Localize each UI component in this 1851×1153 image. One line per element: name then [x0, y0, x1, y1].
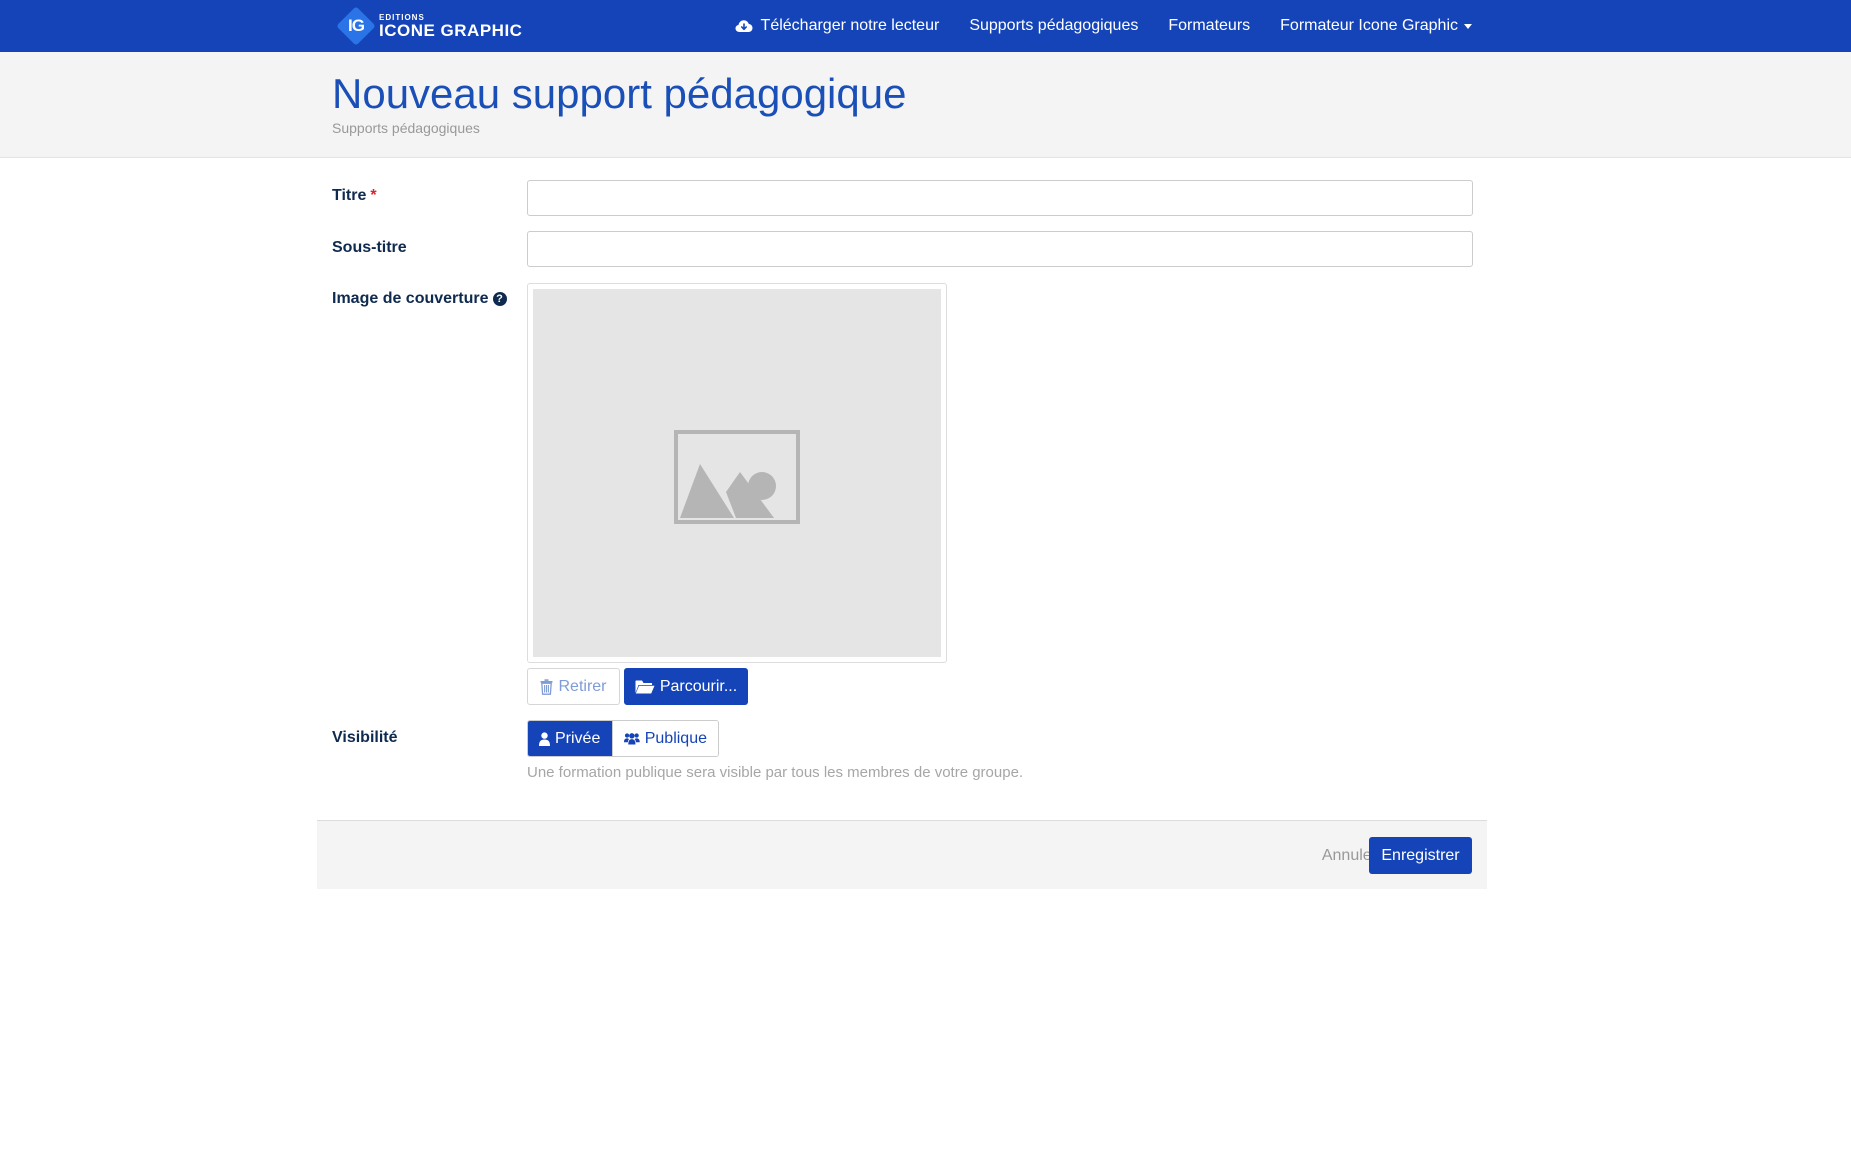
- brand-big-text: ICONE GRAPHIC: [379, 20, 523, 40]
- nav-user-menu[interactable]: Formateur Icone Graphic: [1280, 17, 1472, 35]
- cloud-download-icon: [735, 20, 753, 32]
- question-circle-icon[interactable]: ?: [492, 292, 507, 306]
- visibility-public-label: Publique: [644, 729, 707, 747]
- page-title: Nouveau support pédagogique: [332, 70, 907, 117]
- cover-image-preview: [527, 283, 947, 663]
- titre-label-text: Titre: [332, 187, 367, 204]
- browse-image-button[interactable]: Parcourir...: [624, 668, 748, 705]
- visibility-private-label: Privée: [555, 729, 601, 747]
- visibility-public-option[interactable]: Publique: [612, 721, 718, 756]
- page-header: Nouveau support pédagogique Supports péd…: [0, 52, 1851, 158]
- sous-titre-input[interactable]: [527, 231, 1473, 267]
- remove-image-label: Retirer: [558, 677, 607, 695]
- nav-user-label: Formateur Icone Graphic: [1280, 17, 1458, 34]
- image-placeholder-icon: [674, 430, 800, 524]
- breadcrumb: Supports pédagogiques: [332, 120, 480, 136]
- users-icon: [624, 733, 640, 745]
- nav-menu: Télécharger notre lecteur Supports pédag…: [735, 0, 1472, 52]
- nav-supports[interactable]: Supports pédagogiques: [969, 17, 1138, 35]
- top-navbar: IG EDITIONS ICONE GRAPHIC Télécharger no…: [0, 0, 1851, 52]
- trash-icon: [540, 678, 553, 695]
- folder-open-icon: [635, 680, 655, 694]
- visibility-toggle: Privée Publique: [527, 720, 719, 757]
- remove-image-button[interactable]: Retirer: [527, 668, 620, 705]
- titre-label: Titre *: [332, 187, 377, 205]
- required-mark: *: [370, 187, 377, 204]
- nav-formateurs[interactable]: Formateurs: [1168, 17, 1250, 35]
- titre-input[interactable]: [527, 180, 1473, 216]
- ig-logo-icon: IG: [336, 6, 376, 46]
- visibility-private-option[interactable]: Privée: [528, 721, 612, 756]
- image-placeholder: [533, 289, 941, 657]
- visibilite-label: Visibilité: [332, 729, 398, 746]
- visibility-help-text: Une formation publique sera visible par …: [527, 764, 1024, 781]
- image-label: Image de couverture?: [332, 290, 507, 308]
- brand-logo-link[interactable]: IG EDITIONS ICONE GRAPHIC: [336, 6, 522, 46]
- nav-formateurs-label: Formateurs: [1168, 17, 1251, 34]
- browse-image-label: Parcourir...: [659, 677, 738, 695]
- save-button[interactable]: Enregistrer: [1369, 837, 1472, 874]
- nav-download-player[interactable]: Télécharger notre lecteur: [735, 17, 940, 35]
- form-actions-bar: Annuler Enregistrer: [317, 820, 1487, 889]
- sous-titre-label: Sous-titre: [332, 239, 407, 256]
- nav-download-label: Télécharger notre lecteur: [760, 17, 940, 34]
- caret-down-icon: [1464, 23, 1472, 29]
- brand-name: EDITIONS ICONE GRAPHIC: [379, 13, 522, 40]
- user-icon: [539, 731, 550, 746]
- image-label-text: Image de couverture: [332, 290, 489, 307]
- nav-supports-label: Supports pédagogiques: [969, 17, 1139, 34]
